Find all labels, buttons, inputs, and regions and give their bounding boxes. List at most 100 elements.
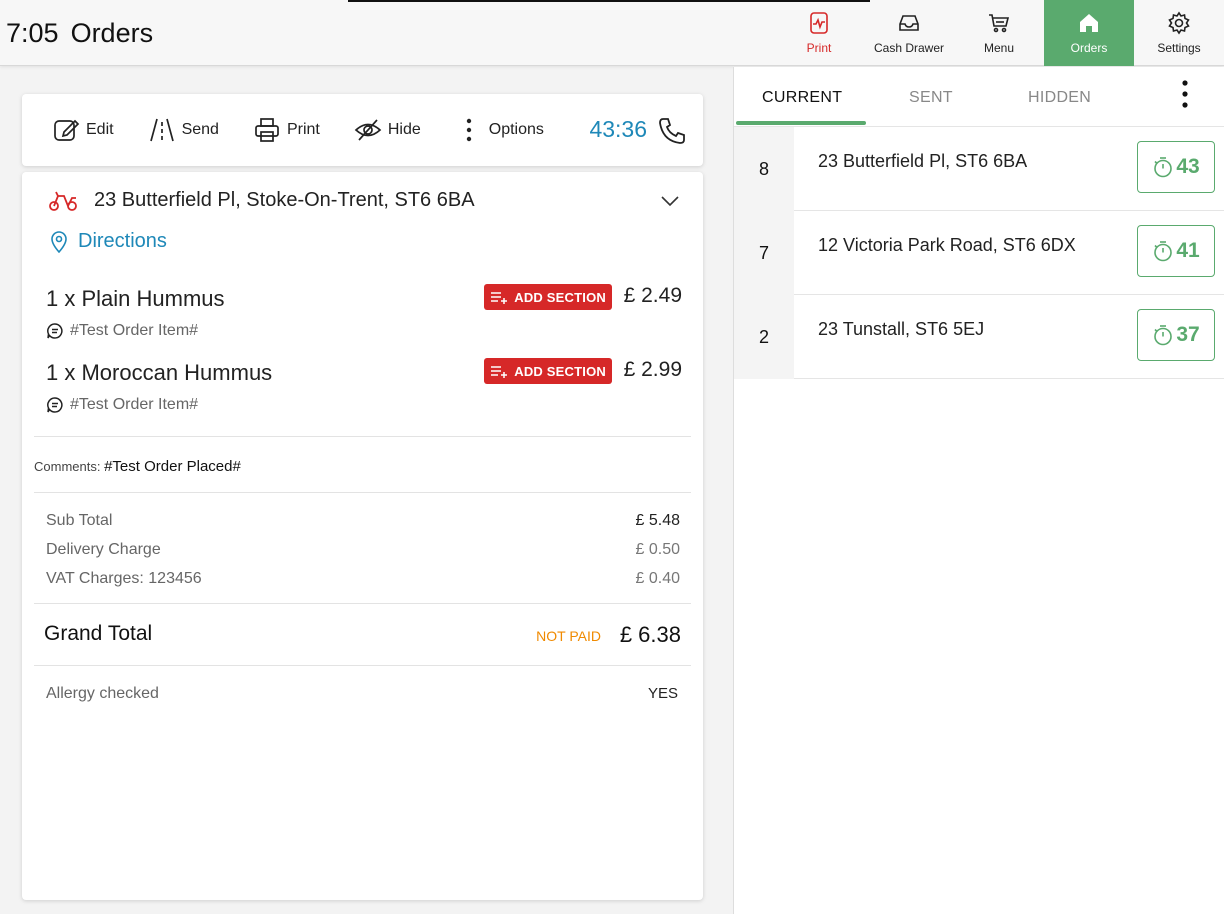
active-tab-indicator	[736, 121, 866, 125]
allergy-value: YES	[647, 685, 678, 702]
home-icon	[1080, 14, 1098, 32]
print-label: Print	[286, 121, 320, 138]
vat-value: £ 0.40	[635, 570, 680, 587]
order-comments: Comments: #Test Order Placed#	[34, 458, 241, 475]
order-minutes: 37	[1176, 323, 1200, 346]
orders-tabs: CURRENT SENT HIDDEN	[734, 67, 1224, 127]
payment-status-badge: NOT PAID	[536, 628, 601, 644]
tab-sent[interactable]: SENT	[909, 89, 953, 107]
order-timer-badge: 43	[1137, 141, 1215, 193]
order-timer-badge: 41	[1137, 225, 1215, 277]
item-note-text: #Test Order Item#	[70, 322, 199, 339]
nav-print-label: Print	[806, 41, 832, 55]
nav-print-button[interactable]: Print	[774, 0, 864, 66]
order-detail-card: 23 Butterfield Pl, Stoke-On-Trent, ST6 6…	[22, 172, 703, 900]
allergy-row: Allergy checked YES	[46, 685, 678, 703]
item-note: #Test Order Item#	[46, 322, 198, 340]
stopwatch-icon	[1154, 241, 1173, 262]
nav-orders-button[interactable]: Orders	[1044, 0, 1134, 66]
divider	[34, 436, 691, 437]
divider	[34, 665, 691, 666]
options-button[interactable]: Options	[455, 116, 544, 144]
delivery-address-text: 23 Butterfield Pl, Stoke-On-Trent, ST6 6…	[94, 188, 475, 211]
comment-icon	[47, 397, 63, 413]
comments-label: Comments:	[34, 459, 101, 474]
order-timer-badge: 37	[1137, 309, 1215, 361]
order-toolbar: Edit Send Print Hide Options 43:36	[22, 94, 703, 166]
hide-button[interactable]: Hide	[354, 116, 421, 144]
send-button[interactable]: Send	[148, 116, 219, 144]
delivery-charge-label: Delivery Charge	[46, 541, 161, 558]
order-address: 23 Tunstall, ST6 5EJ	[818, 319, 985, 339]
comments-value: #Test Order Placed#	[104, 458, 241, 475]
nav-menu-label: Menu	[983, 41, 1015, 55]
top-bar: 7:05 Orders Print Cash Drawer Menu Order…	[0, 0, 1224, 66]
options-label: Options	[488, 121, 544, 138]
order-item: 1 x Plain Hummus ADD SECTION £ 2.49 #Tes…	[46, 284, 682, 346]
kebab-icon	[466, 118, 471, 142]
vat-label: VAT Charges: 123456	[46, 570, 202, 587]
nav-menu-button[interactable]: Menu	[954, 0, 1044, 66]
vat-row: VAT Charges: 123456 £ 0.40	[46, 570, 680, 588]
edit-button[interactable]: Edit	[52, 116, 114, 144]
item-name: 1 x Moroccan Hummus	[46, 360, 273, 385]
elapsed-timer: 43:36	[589, 116, 647, 142]
location-pin-icon	[51, 230, 67, 253]
add-list-icon	[491, 292, 508, 304]
item-price: £ 2.49	[623, 284, 682, 307]
printer-icon	[255, 118, 279, 142]
order-list-item[interactable]: 2 23 Tunstall, ST6 5EJ 37	[734, 295, 1224, 379]
top-nav: Print Cash Drawer Menu Orders Settings	[774, 0, 1224, 66]
tab-current[interactable]: CURRENT	[762, 89, 842, 107]
nav-orders-label: Orders	[1070, 41, 1108, 55]
order-number: 7	[734, 211, 794, 295]
sub-total-value: £ 5.48	[635, 512, 680, 529]
print-button[interactable]: Print	[253, 116, 320, 144]
order-list-item[interactable]: 8 23 Butterfield Pl, ST6 6BA 43	[734, 127, 1224, 211]
eye-off-icon	[354, 119, 382, 141]
stopwatch-icon	[1154, 325, 1173, 346]
grand-total-label: Grand Total	[44, 622, 153, 645]
gear-icon	[1168, 11, 1190, 35]
divider	[34, 603, 691, 604]
add-section-button[interactable]: ADD SECTION	[484, 358, 612, 384]
tab-hidden[interactable]: HIDDEN	[1028, 89, 1091, 107]
chevron-down-icon[interactable]	[659, 190, 681, 212]
send-label: Send	[181, 121, 219, 138]
add-section-button[interactable]: ADD SECTION	[484, 284, 612, 310]
directions-link[interactable]: Directions	[50, 230, 167, 253]
add-section-label: ADD SECTION	[514, 363, 606, 379]
delivery-address: 23 Butterfield Pl, Stoke-On-Trent, ST6 6…	[48, 188, 475, 212]
nav-cash-drawer-button[interactable]: Cash Drawer	[864, 0, 954, 66]
page-title: Orders	[70, 18, 154, 48]
sub-total-row: Sub Total £ 5.48	[46, 512, 680, 530]
nav-settings-label: Settings	[1157, 41, 1201, 55]
comment-icon	[47, 323, 63, 339]
delivery-charge-value: £ 0.50	[635, 541, 680, 558]
allergy-label: Allergy checked	[46, 685, 159, 702]
hide-label: Hide	[387, 121, 421, 138]
edit-icon	[54, 119, 80, 141]
send-road-icon	[149, 118, 174, 142]
order-number: 8	[734, 127, 794, 211]
phone-icon[interactable]	[657, 116, 687, 146]
cash-drawer-icon	[899, 15, 919, 31]
order-minutes: 43	[1176, 155, 1200, 178]
item-note-text: #Test Order Item#	[70, 396, 199, 413]
stopwatch-icon	[1154, 157, 1173, 178]
item-note: #Test Order Item#	[46, 396, 198, 414]
order-address: 12 Victoria Park Road, ST6 6DX	[818, 235, 1076, 255]
grand-total-row: Grand Total NOT PAID £ 6.38	[44, 622, 681, 647]
print-icon	[810, 12, 828, 34]
order-number: 2	[734, 295, 794, 379]
more-options-icon[interactable]	[1181, 79, 1189, 109]
nav-cash-drawer-label: Cash Drawer	[873, 41, 945, 55]
cart-icon	[989, 14, 1010, 33]
order-item: 1 x Moroccan Hummus ADD SECTION £ 2.99 #…	[46, 358, 682, 420]
nav-settings-button[interactable]: Settings	[1134, 0, 1224, 66]
add-section-label: ADD SECTION	[514, 289, 606, 305]
order-minutes: 41	[1176, 239, 1200, 262]
order-list-item[interactable]: 7 12 Victoria Park Road, ST6 6DX 41	[734, 211, 1224, 295]
add-list-icon	[491, 366, 508, 378]
directions-label: Directions	[78, 230, 167, 252]
